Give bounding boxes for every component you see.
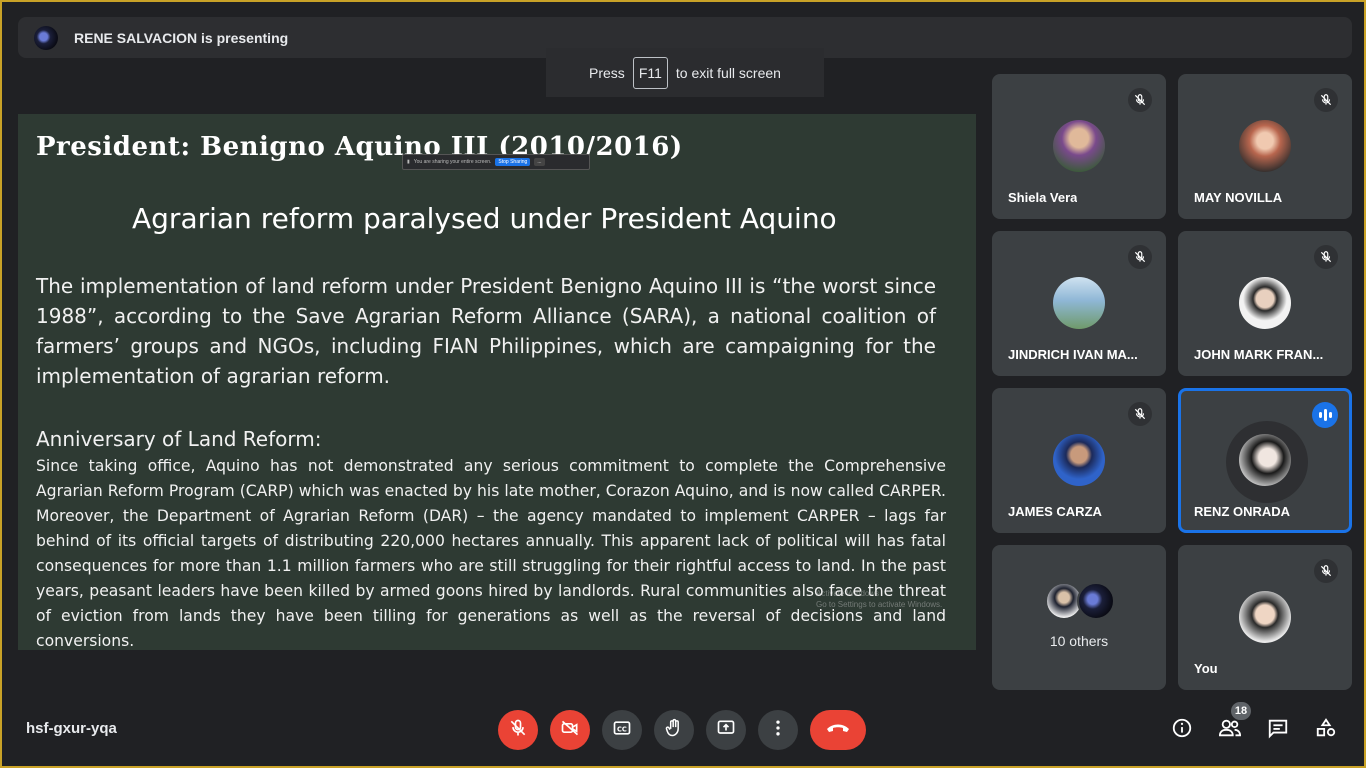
participant-tile-speaking[interactable]: RENZ ONRADA	[1178, 388, 1352, 533]
mic-off-icon	[1314, 559, 1338, 583]
participant-name: RENZ ONRADA	[1194, 504, 1291, 519]
f11-key: F11	[632, 56, 668, 89]
participant-name: Shiela Vera	[1008, 190, 1078, 205]
avatar	[1053, 120, 1105, 172]
participant-name: MAY NOVILLA	[1194, 190, 1283, 205]
chat-icon	[1267, 717, 1289, 744]
participant-name: JINDRICH IVAN MA...	[1008, 347, 1138, 362]
raise-hand-button[interactable]	[654, 710, 694, 750]
stop-sharing-button[interactable]: Stop Sharing	[495, 158, 531, 166]
meeting-code: hsf-gxur-yqa	[26, 720, 117, 737]
toast-prefix: Press	[589, 64, 625, 81]
avatar	[1053, 434, 1105, 486]
slide-heading: Anniversary of Land Reform:	[36, 427, 322, 451]
present-icon	[716, 718, 736, 743]
hang-up-icon	[825, 721, 851, 740]
self-name: You	[1194, 661, 1218, 676]
avatar	[1239, 591, 1291, 643]
toggle-mic-button[interactable]	[498, 710, 538, 750]
svg-text:CC: CC	[617, 725, 627, 733]
mic-off-icon	[1128, 402, 1152, 426]
avatar	[1239, 434, 1291, 486]
presenter-text: RENE SALVACION is presenting	[74, 29, 289, 46]
info-icon	[1171, 717, 1193, 744]
participant-count-badge: 18	[1231, 702, 1251, 720]
screen-share-bar: ▮ You are sharing your entire screen. St…	[402, 154, 590, 170]
avatar	[1077, 582, 1115, 620]
others-tile[interactable]: 10 others	[992, 545, 1166, 690]
meeting-details-button[interactable]	[1168, 716, 1196, 744]
participant-name: JAMES CARZA	[1008, 504, 1102, 519]
toast-suffix: to exit full screen	[675, 64, 781, 81]
speaking-indicator-icon	[1312, 402, 1338, 428]
more-options-button[interactable]	[758, 710, 798, 750]
activities-button[interactable]	[1312, 716, 1340, 744]
others-label: 10 others	[1049, 633, 1109, 649]
presentation-slide: President: Benigno Aquino III (2010/2016…	[18, 114, 976, 650]
fullscreen-toast: Press F11 to exit full screen	[546, 48, 824, 97]
mic-off-icon	[1128, 88, 1152, 112]
self-tile[interactable]: You	[1178, 545, 1352, 690]
leave-call-button[interactable]	[810, 710, 866, 750]
chat-button[interactable]	[1264, 716, 1292, 744]
people-icon	[1218, 717, 1242, 744]
presenter-avatar	[34, 25, 58, 50]
activate-windows-watermark: Activate Windows Go to Settings to activ…	[816, 588, 942, 610]
participant-name: JOHN MARK FRAN...	[1194, 347, 1324, 362]
others-avatars	[1045, 582, 1115, 620]
captions-icon: CC	[612, 718, 632, 743]
camera-off-icon	[560, 718, 580, 743]
participant-tile[interactable]: Shiela Vera	[992, 74, 1166, 219]
toggle-camera-button[interactable]	[550, 710, 590, 750]
participant-tile[interactable]: JAMES CARZA	[992, 388, 1166, 533]
mic-off-icon	[1128, 245, 1152, 269]
present-button[interactable]	[706, 710, 746, 750]
participant-tile[interactable]: JINDRICH IVAN MA...	[992, 231, 1166, 376]
captions-button[interactable]: CC	[602, 710, 642, 750]
more-icon	[768, 718, 788, 743]
avatar	[1239, 120, 1291, 172]
share-more-button[interactable]: ...	[534, 158, 545, 166]
people-button[interactable]	[1216, 716, 1244, 744]
participant-tile[interactable]: JOHN MARK FRAN...	[1178, 231, 1352, 376]
share-bar-text: You are sharing your entire screen.	[413, 159, 492, 165]
raise-hand-icon	[664, 718, 684, 743]
avatar	[1053, 277, 1105, 329]
slide-subtitle: Agrarian reform paralysed under Presiden…	[132, 202, 837, 235]
watermark-line1: Activate Windows	[816, 589, 880, 598]
slide-paragraph: The implementation of land reform under …	[36, 274, 936, 388]
mic-off-icon	[1314, 88, 1338, 112]
activities-icon	[1315, 717, 1337, 744]
share-bar-icon: ▮	[407, 159, 410, 165]
participant-tile[interactable]: MAY NOVILLA	[1178, 74, 1352, 219]
mic-off-icon	[1314, 245, 1338, 269]
watermark-line2: Go to Settings to activate Windows.	[816, 600, 943, 609]
mic-off-icon	[508, 718, 528, 743]
slide-body: Since taking office, Aquino has not demo…	[36, 457, 946, 650]
avatar	[1239, 277, 1291, 329]
